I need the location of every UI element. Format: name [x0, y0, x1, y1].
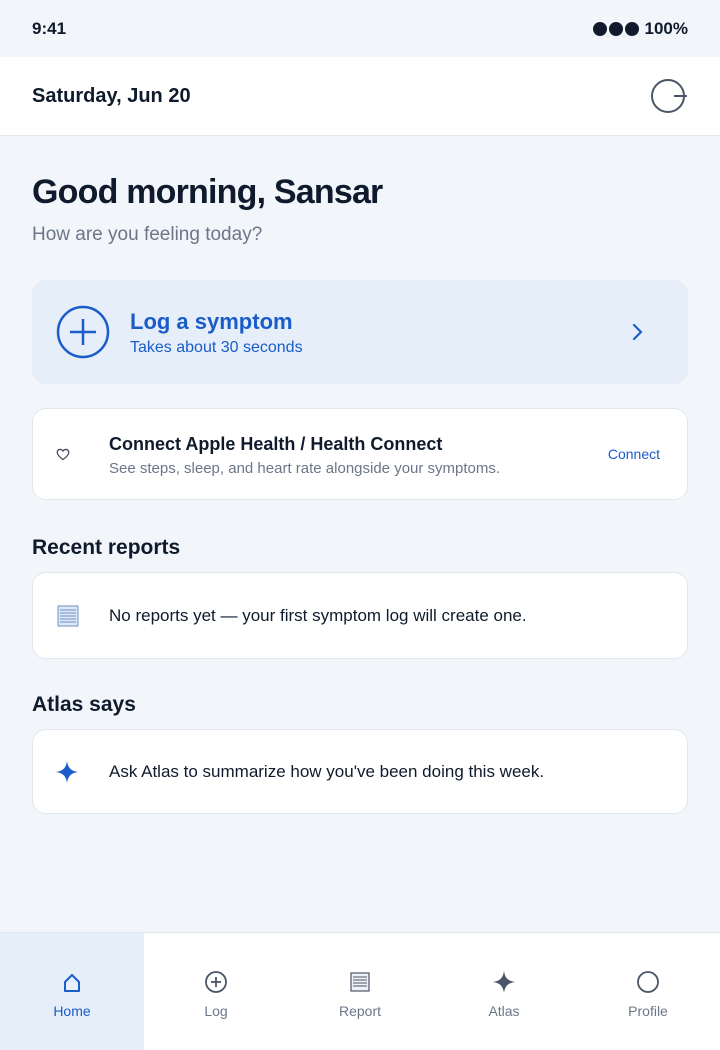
document-icon	[350, 972, 370, 992]
home-icon	[64, 974, 80, 992]
connect-health-title: Connect Apple Health / Health Connect	[109, 433, 443, 454]
connect-health-subtitle: See steps, sleep, and heart rate alongsi…	[109, 459, 501, 477]
log-symptom-text: Log a symptom Takes about 30 seconds	[130, 308, 628, 357]
plus-circle-icon	[205, 971, 227, 993]
bottom-tab-bar: Home Log Report Atlas Profile	[0, 932, 720, 1050]
tab-home[interactable]: Home	[0, 933, 144, 1050]
tab-profile-label: Profile	[628, 1003, 668, 1019]
tab-report[interactable]: Report	[288, 933, 432, 1050]
atlas-says-title: Atlas says	[32, 693, 136, 716]
tab-report-label: Report	[338, 1003, 382, 1019]
chevron-right-icon	[632, 323, 643, 341]
sparkle-icon	[493, 971, 515, 993]
battery-level: 100%	[644, 18, 688, 38]
heart-icon	[56, 448, 70, 461]
atlas-suggestion-text: Ask Atlas to summarize how you've been d…	[109, 761, 545, 781]
log-symptom-button[interactable]: Log a symptom Takes about 30 seconds	[32, 280, 688, 384]
tab-log[interactable]: Log	[144, 933, 288, 1050]
document-icon	[57, 605, 79, 626]
circle-icon	[637, 971, 659, 993]
recent-reports-title: Recent reports	[32, 536, 181, 559]
main-content: Good morning, Sansar How are you feeling…	[32, 136, 688, 814]
tab-log-label: Log	[204, 1003, 228, 1019]
connect-button[interactable]: Connect	[608, 446, 660, 462]
header-date: Saturday, Jun 20	[32, 84, 191, 107]
connect-health-card: Connect Apple Health / Health Connect Se…	[32, 408, 688, 500]
recent-reports-card: No reports yet — your first symptom log …	[32, 572, 688, 659]
tab-atlas-label: Atlas	[488, 1003, 520, 1019]
signal-icon	[592, 21, 639, 36]
status-indicators: 100%	[592, 18, 688, 39]
tab-profile[interactable]: Profile	[576, 933, 720, 1050]
greeting-title: Good morning, Sansar	[32, 173, 383, 211]
tab-atlas[interactable]: Atlas	[432, 933, 576, 1050]
status-bar: 9:41 100%	[0, 0, 720, 57]
connect-health-text: Connect Apple Health / Health Connect Se…	[109, 432, 608, 477]
log-symptom-title: Log a symptom	[130, 308, 293, 334]
recent-reports-empty-text: No reports yet — your first symptom log …	[109, 605, 527, 625]
atlas-suggestion-card[interactable]: Ask Atlas to summarize how you've been d…	[32, 729, 688, 814]
circle-line-icon[interactable]	[650, 77, 688, 115]
greeting-subtitle: How are you feeling today?	[32, 224, 263, 245]
status-time: 9:41	[32, 18, 67, 38]
log-symptom-subtitle: Takes about 30 seconds	[130, 338, 303, 356]
top-header: Saturday, Jun 20	[0, 57, 720, 136]
sparkle-icon	[56, 760, 78, 783]
tab-home-label: Home	[53, 1003, 91, 1019]
plus-circle-icon	[56, 305, 110, 359]
